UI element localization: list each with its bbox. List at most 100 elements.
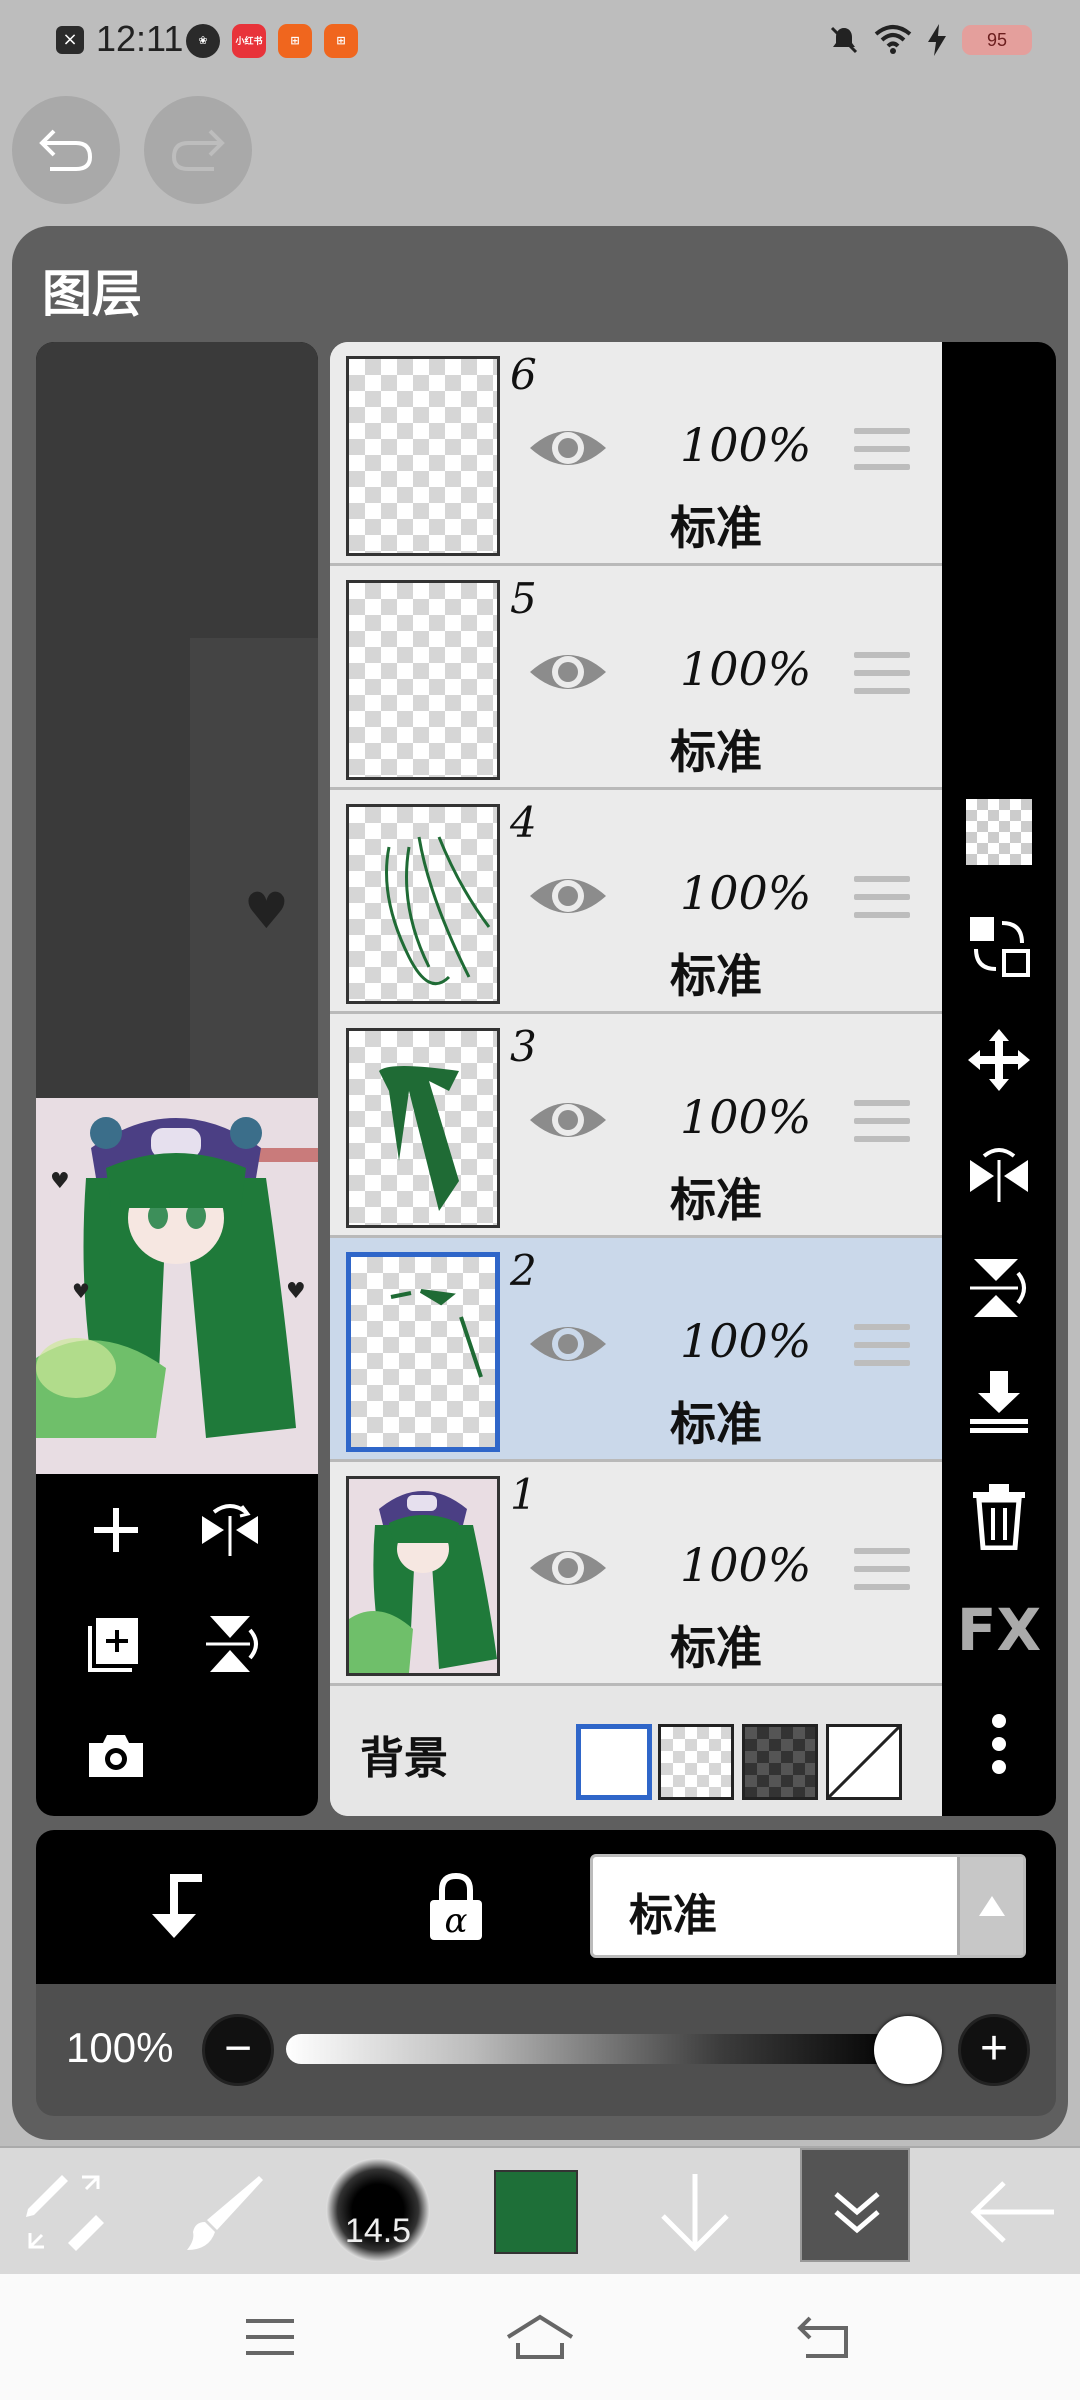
eye-icon[interactable] bbox=[526, 644, 610, 700]
merge-down-button[interactable] bbox=[959, 1362, 1039, 1442]
layer-opacity: 100% bbox=[680, 642, 812, 696]
opacity-decrease-button[interactable]: − bbox=[202, 2014, 274, 2086]
transparency-button[interactable] bbox=[959, 792, 1039, 872]
lock-alpha-button[interactable]: α bbox=[416, 1862, 496, 1952]
move-icon bbox=[968, 1029, 1030, 1091]
status-right: 95 bbox=[828, 22, 1032, 58]
eye-icon[interactable] bbox=[526, 1316, 610, 1372]
orange-app-icon: ⊞ bbox=[278, 24, 312, 58]
battery-icon: 95 bbox=[962, 25, 1032, 55]
bg-none-swatch[interactable] bbox=[826, 1724, 902, 1800]
background-label: 背景 bbox=[360, 1733, 448, 1784]
svg-text:♥: ♥ bbox=[286, 1279, 306, 1304]
status-time: 12:11 bbox=[96, 18, 184, 59]
layer-opacity: 100% bbox=[680, 418, 812, 472]
layer-options-bar: α 标准 bbox=[36, 1830, 1056, 1984]
blend-mode-select[interactable]: 标准 bbox=[590, 1854, 1026, 1958]
merge-down-icon bbox=[970, 1371, 1028, 1433]
bg-white-swatch[interactable] bbox=[576, 1724, 652, 1800]
layer-row-6[interactable]: 6 100% 标准 bbox=[330, 342, 942, 566]
flip-layer-horizontal-button[interactable] bbox=[959, 1134, 1039, 1214]
drag-handle-icon[interactable] bbox=[854, 1100, 910, 1150]
layer-row-2[interactable]: 2 100% 标准 bbox=[330, 1238, 942, 1462]
layer-number: 1 bbox=[510, 1470, 537, 1519]
plus-icon bbox=[94, 1508, 138, 1552]
layer-row-3[interactable]: 3 100% 标准 bbox=[330, 1014, 942, 1238]
eye-icon[interactable] bbox=[526, 420, 610, 476]
clipping-button[interactable] bbox=[136, 1862, 216, 1952]
camera-button[interactable] bbox=[76, 1716, 156, 1796]
layer-opacity: 100% bbox=[680, 866, 812, 920]
layer-blend-mode: 标准 bbox=[670, 1173, 762, 1227]
color-swatch[interactable] bbox=[494, 2170, 578, 2254]
layer-number: 4 bbox=[510, 798, 537, 847]
bg-checker-dark-swatch[interactable] bbox=[742, 1724, 818, 1800]
drag-handle-icon[interactable] bbox=[854, 428, 910, 478]
duplicate-layer-button[interactable] bbox=[76, 1604, 156, 1684]
system-nav-bar bbox=[0, 2274, 1080, 2400]
home-nav-button[interactable] bbox=[500, 2304, 580, 2370]
flower-app-icon: ❀ bbox=[186, 24, 220, 58]
more-vertical-icon bbox=[992, 1714, 1006, 1774]
more-options-button[interactable] bbox=[959, 1704, 1039, 1784]
brush-size-indicator[interactable]: 14.5 bbox=[326, 2158, 430, 2262]
wifi-icon bbox=[874, 25, 912, 54]
layer-blend-mode: 标准 bbox=[670, 1397, 762, 1451]
flip-horizontal-icon bbox=[970, 1148, 1028, 1202]
layer-blend-mode: 标准 bbox=[670, 1621, 762, 1675]
layer-number: 2 bbox=[510, 1246, 537, 1295]
layer-down-button[interactable] bbox=[640, 2154, 750, 2270]
back-button[interactable] bbox=[958, 2154, 1068, 2270]
eye-icon[interactable] bbox=[526, 868, 610, 924]
layer-opacity: 100% bbox=[680, 1090, 812, 1144]
eye-icon[interactable] bbox=[526, 1540, 610, 1596]
drag-handle-icon[interactable] bbox=[854, 1548, 910, 1598]
arrow-down-icon bbox=[661, 2174, 729, 2252]
layer-thumbnail bbox=[346, 356, 500, 556]
opacity-slider[interactable] bbox=[286, 2034, 906, 2064]
back-icon bbox=[797, 2316, 848, 2358]
layer-row-1[interactable]: 1 100% 标准 bbox=[330, 1462, 942, 1686]
canvas-preview[interactable]: ♥ bbox=[36, 342, 318, 1098]
drag-handle-icon[interactable] bbox=[854, 876, 910, 926]
right-toolbox: FX bbox=[942, 342, 1056, 1816]
drag-handle-icon[interactable] bbox=[854, 1324, 910, 1374]
back-nav-button[interactable] bbox=[784, 2304, 864, 2370]
flip-layer-vertical-button[interactable] bbox=[959, 1248, 1039, 1328]
opacity-increase-button[interactable]: + bbox=[958, 2014, 1030, 2086]
layers-list: 6 100% 标准 5 100% 标准 4 100% 标准 3 100% 标准 … bbox=[330, 342, 942, 1816]
charging-icon bbox=[928, 24, 946, 56]
bg-checker-light-swatch[interactable] bbox=[658, 1724, 734, 1800]
tool-switch-button[interactable] bbox=[10, 2154, 120, 2270]
layer-row-5[interactable]: 5 100% 标准 bbox=[330, 566, 942, 790]
layers-button[interactable] bbox=[800, 2148, 910, 2262]
add-layer-button[interactable] bbox=[76, 1490, 156, 1570]
svg-text:α: α bbox=[445, 1901, 468, 1941]
opacity-slider-handle[interactable] bbox=[874, 2016, 942, 2084]
layer-opacity: 100% bbox=[680, 1538, 812, 1592]
xiaohongshu-app-icon: 小红书 bbox=[232, 24, 266, 58]
layer-thumbnail bbox=[346, 1028, 500, 1228]
flip-vertical-button[interactable] bbox=[190, 1604, 270, 1684]
checkerboard-icon bbox=[966, 799, 1032, 865]
orange-app-icon-2: ⊞ bbox=[324, 24, 358, 58]
undo-button[interactable] bbox=[12, 96, 120, 204]
eye-icon[interactable] bbox=[526, 1092, 610, 1148]
fx-button[interactable]: FX bbox=[957, 1590, 1041, 1670]
swap-icon bbox=[970, 917, 1030, 977]
background-row: 背景 bbox=[330, 1686, 942, 1816]
move-button[interactable] bbox=[959, 1020, 1039, 1100]
layer-row-4[interactable]: 4 100% 标准 bbox=[330, 790, 942, 1014]
flip-horizontal-icon bbox=[202, 1504, 258, 1556]
brush-button[interactable] bbox=[168, 2154, 278, 2270]
drag-handle-icon[interactable] bbox=[854, 652, 910, 702]
flip-horizontal-button[interactable] bbox=[190, 1490, 270, 1570]
svg-text:♥: ♥ bbox=[72, 1279, 90, 1303]
swap-layer-button[interactable] bbox=[959, 906, 1039, 986]
redo-button[interactable] bbox=[144, 96, 252, 204]
menu-nav-button[interactable] bbox=[230, 2304, 310, 2370]
dialog-title: 图层 bbox=[42, 264, 142, 323]
delete-layer-button[interactable] bbox=[959, 1476, 1039, 1556]
blend-mode-value: 标准 bbox=[629, 1890, 717, 1941]
canvas-gray-area bbox=[190, 638, 318, 1098]
